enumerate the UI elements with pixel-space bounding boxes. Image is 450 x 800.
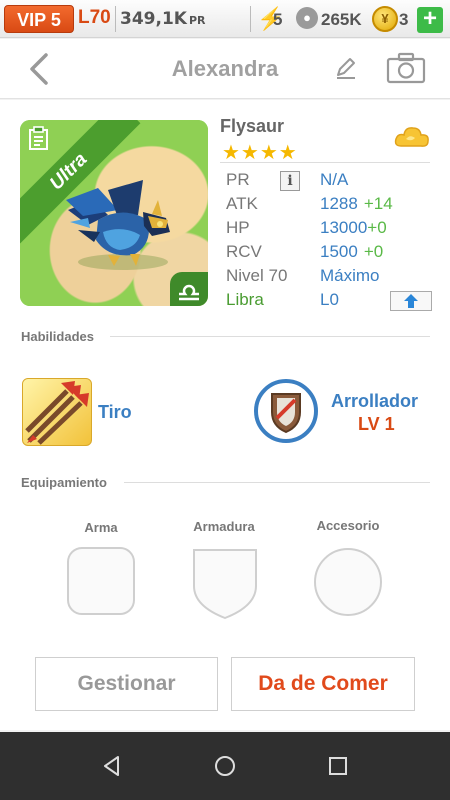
stat-value: N/A — [320, 170, 349, 189]
zodiac-badge — [170, 272, 208, 306]
armor-slot[interactable] — [190, 546, 260, 620]
pet-detail-panel: Ultra Flysaur ★★★★ PR i N/A ATK 1288 +14… — [0, 100, 450, 730]
nav-recent-apps-icon[interactable] — [327, 755, 349, 777]
info-icon[interactable]: i — [280, 171, 300, 191]
energy-count: 5 — [273, 10, 283, 29]
weapon-label: Arma — [84, 520, 118, 535]
stat-row-pr: PR i N/A — [226, 170, 436, 194]
divider — [115, 6, 116, 32]
add-currency-button[interactable]: + — [417, 7, 443, 33]
stat-row-sign: Libra L0 — [226, 290, 436, 314]
divider — [110, 336, 430, 337]
pet-name: Flysaur — [220, 116, 285, 136]
stat-label: RCV — [226, 242, 262, 261]
cloud-icon[interactable] — [393, 122, 431, 152]
arrows-icon — [25, 381, 89, 445]
skill2-level: LV 1 — [358, 414, 395, 434]
skill-shot-icon[interactable] — [22, 378, 92, 446]
feed-button[interactable]: Da de Comer — [231, 657, 415, 711]
stat-value-number: 13000 — [320, 218, 368, 237]
skill1-name[interactable]: Tiro — [98, 402, 132, 423]
section-label-equipment: Equipamiento — [21, 475, 107, 490]
arrow-up-icon — [404, 294, 418, 308]
stat-label: Nivel 70 — [226, 266, 288, 285]
stat-bonus: +0 — [363, 242, 384, 261]
gem-count: 3 — [399, 10, 409, 29]
stat-value-number: 1288 — [320, 194, 358, 213]
stat-row-atk: ATK 1288 +14 — [226, 194, 436, 218]
stat-value-number: 1500 — [320, 242, 358, 261]
vip-badge[interactable]: VIP 5 — [4, 5, 74, 33]
food-count: 265K — [321, 10, 362, 29]
power-rating: 349,1K PR — [120, 9, 206, 29]
accessory-label: Accesorio — [316, 518, 380, 533]
accessory-slot[interactable] — [312, 546, 384, 618]
skill2-name[interactable]: Arrollador — [331, 391, 418, 412]
document-icon[interactable] — [28, 126, 50, 150]
nav-home-icon[interactable] — [213, 754, 237, 778]
libra-icon — [179, 284, 199, 301]
paw-icon: ● — [296, 7, 318, 29]
stat-label: Libra — [226, 290, 264, 309]
power-rating-value: 349,1K — [120, 9, 187, 29]
stat-value: 13000+0 — [320, 218, 387, 238]
stat-row-hp: HP 13000+0 — [226, 218, 436, 242]
nav-back-icon[interactable] — [100, 754, 124, 778]
title-bar: Alexandra — [0, 39, 450, 99]
stat-value: 1500 +0 — [320, 242, 383, 262]
status-bar: VIP 5 L70 349,1K PR ⚡ 5 ● 265K ¥ 3 + — [0, 0, 450, 38]
stat-bonus: +0 — [367, 218, 387, 237]
divider — [124, 482, 430, 483]
shield-skill-icon[interactable] — [253, 378, 319, 444]
stat-row-level: Nivel 70 Máximo — [226, 266, 436, 290]
player-level: L70 — [78, 7, 111, 28]
weapon-slot[interactable] — [66, 546, 136, 616]
manage-button[interactable]: Gestionar — [35, 657, 218, 711]
stat-value: 1288 +14 — [320, 194, 393, 214]
divider — [250, 6, 251, 32]
stat-value: L0 — [320, 290, 339, 309]
system-nav-bar — [0, 732, 450, 800]
divider — [220, 162, 430, 163]
pet-portrait[interactable]: Ultra — [20, 120, 208, 306]
stat-label: HP — [226, 218, 250, 237]
sign-upgrade-button[interactable] — [390, 291, 432, 311]
page-title: Alexandra — [171, 56, 279, 81]
section-label-skills: Habilidades — [21, 329, 94, 344]
stat-value: Máximo — [320, 266, 380, 285]
pencil-icon[interactable] — [333, 55, 359, 81]
stat-bonus: +14 — [363, 194, 393, 213]
coin-icon: ¥ — [372, 6, 398, 32]
camera-icon[interactable] — [386, 52, 426, 84]
stat-row-rcv: RCV 1500 +0 — [226, 242, 436, 266]
armor-label: Armadura — [193, 519, 255, 534]
stat-label: PR — [226, 170, 250, 189]
stat-label: ATK — [226, 194, 258, 213]
power-rating-unit: PR — [188, 14, 206, 27]
